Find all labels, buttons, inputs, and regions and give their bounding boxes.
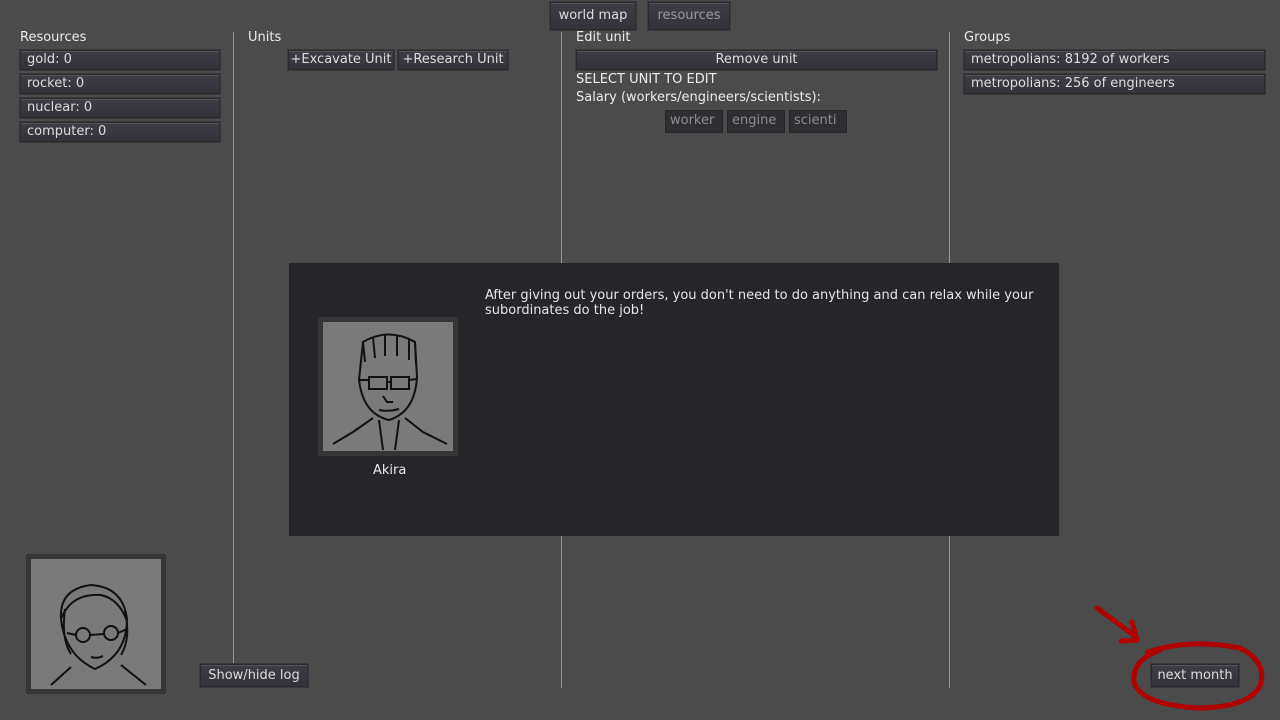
divider-1 [233, 32, 234, 688]
tutorial-dialog: Akira After giving out your orders, you … [289, 263, 1059, 536]
remove-unit-button[interactable]: Remove unit [576, 50, 937, 70]
dialog-text: After giving out your orders, you don't … [485, 288, 1034, 318]
resource-computer[interactable]: computer: 0 [20, 122, 220, 142]
player-face-icon [50, 583, 147, 686]
salary-scientist-field[interactable]: scienti [789, 110, 847, 133]
group-item-workers[interactable]: metropolians: 8192 of workers [964, 50, 1265, 70]
world-map-tab[interactable]: world map [550, 2, 636, 30]
resource-nuclear[interactable]: nuclear: 0 [20, 98, 220, 118]
speaker-name: Akira [373, 463, 407, 478]
salary-label: Salary (workers/engineers/scientists): [576, 90, 821, 105]
resource-gold[interactable]: gold: 0 [20, 50, 220, 70]
next-month-button[interactable]: next month [1151, 664, 1239, 687]
select-unit-prompt: SELECT UNIT TO EDIT [576, 72, 717, 87]
edit-unit-title: Edit unit [576, 30, 631, 45]
add-excavate-unit-button[interactable]: +Excavate Unit [288, 50, 394, 70]
units-title: Units [248, 30, 282, 45]
groups-title: Groups [964, 30, 1011, 45]
resources-title: Resources [20, 30, 87, 45]
group-item-engineers[interactable]: metropolians: 256 of engineers [964, 74, 1265, 94]
salary-engineer-field[interactable]: engine [727, 110, 785, 133]
add-research-unit-button[interactable]: +Research Unit [398, 50, 508, 70]
arrow-icon [1094, 605, 1138, 639]
akira-face-icon [332, 333, 448, 451]
akira-portrait [318, 317, 458, 456]
show-hide-log-button[interactable]: Show/hide log [200, 664, 308, 687]
resource-rocket[interactable]: rocket: 0 [20, 74, 220, 94]
player-portrait [26, 554, 166, 694]
resources-tab[interactable]: resources [648, 2, 730, 30]
salary-worker-field[interactable]: worker [665, 110, 723, 133]
